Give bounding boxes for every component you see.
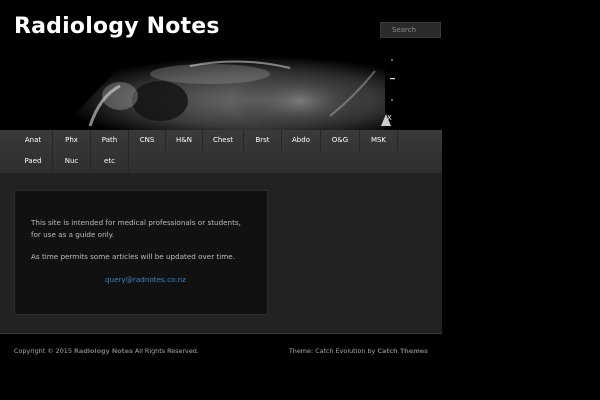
theme-author-link[interactable]: Catch Themes — [377, 347, 428, 355]
contact-email-link[interactable]: query@radnotes.co.nz — [105, 275, 186, 284]
search-input[interactable] — [380, 22, 441, 38]
nav-item-hn[interactable]: H&N — [166, 130, 203, 151]
nav-row-2: Paed Nuc etc — [14, 151, 129, 172]
nav-item-og[interactable]: O&G — [321, 130, 360, 151]
footer-divider — [0, 333, 442, 334]
header-banner-image: X — [0, 56, 442, 130]
nav-item-etc[interactable]: etc — [91, 151, 129, 172]
nav-item-abdo[interactable]: Abdo — [282, 130, 321, 151]
nav-item-path[interactable]: Path — [91, 130, 129, 151]
nav-item-anat[interactable]: Anat — [14, 130, 53, 151]
nav-item-paed[interactable]: Paed — [14, 151, 53, 172]
nav-item-nuc[interactable]: Nuc — [53, 151, 91, 172]
nav-item-brst[interactable]: Brst — [244, 130, 282, 151]
site-title[interactable]: Radiology Notes — [14, 14, 220, 39]
rights-text: All Rights Reserved. — [134, 347, 199, 355]
footer-site-link[interactable]: Radiology Notes — [74, 347, 133, 355]
nav-item-phx[interactable]: Phx — [53, 130, 91, 151]
nav-row-1: Anat Phx Path CNS H&N Chest Brst Abdo O&… — [14, 130, 398, 151]
main-navigation: Anat Phx Path CNS H&N Chest Brst Abdo O&… — [0, 130, 442, 173]
theme-text: Theme: Catch Evolution by — [288, 347, 376, 355]
nav-item-chest[interactable]: Chest — [203, 130, 244, 151]
search-box[interactable] — [380, 17, 441, 38]
nav-item-cns[interactable]: CNS — [129, 130, 166, 151]
copyright-text: Copyright © 2015 — [14, 347, 72, 355]
footer-copyright: Copyright © 2015 Radiology Notes All Rig… — [14, 347, 199, 355]
svg-text:X: X — [387, 114, 392, 122]
content-area: This site is intended for medical profes… — [0, 173, 442, 333]
nav-item-msk[interactable]: MSK — [360, 130, 398, 151]
footer-theme-credit: Theme: Catch Evolution by Catch Themes — [289, 347, 428, 355]
intro-box: This site is intended for medical profes… — [14, 190, 268, 315]
intro-paragraph: This site is intended for medical profes… — [31, 218, 241, 239]
update-paragraph: As time permits some articles will be up… — [31, 252, 235, 261]
